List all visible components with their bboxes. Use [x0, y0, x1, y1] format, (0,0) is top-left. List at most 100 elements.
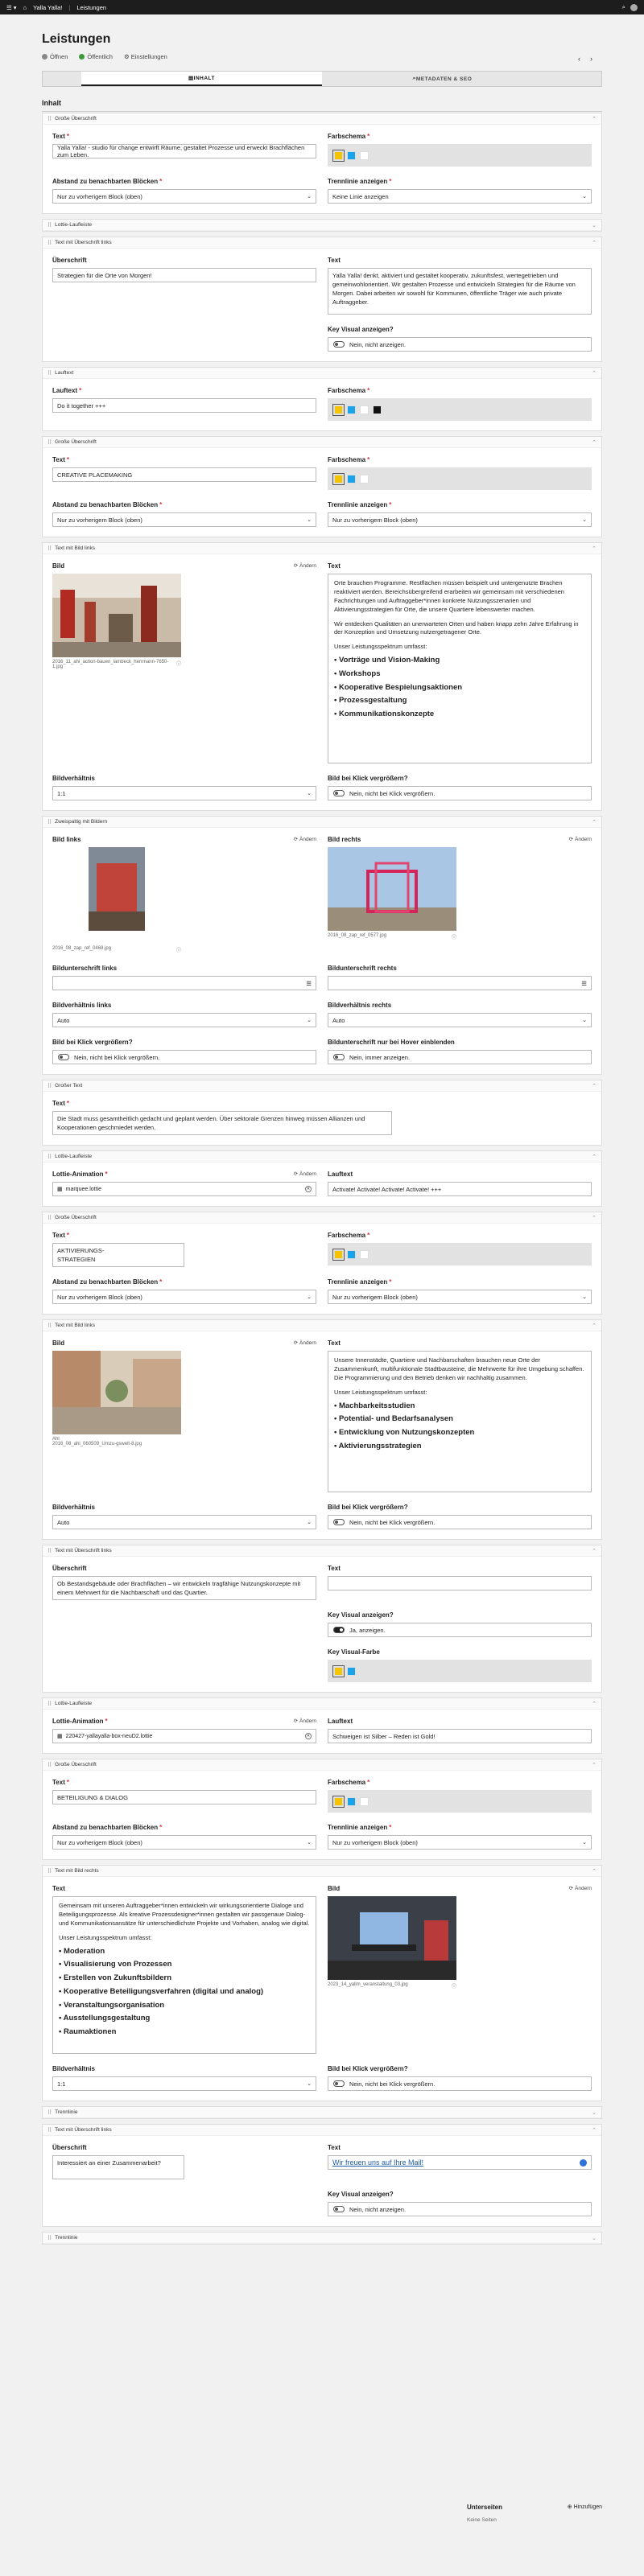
change-image-button[interactable]: ⟳ Ändern: [569, 1885, 592, 1891]
swatch-white[interactable]: [360, 150, 369, 160]
image-thumbnail[interactable]: [52, 574, 181, 657]
change-image-button[interactable]: ⟳ Ändern: [569, 836, 592, 842]
link-icon[interactable]: [580, 2158, 587, 2167]
expand-icon[interactable]: ⌄: [592, 222, 597, 228]
drag-handle-icon[interactable]: ⠿: [47, 116, 52, 122]
drag-handle-icon[interactable]: ⠿: [47, 545, 52, 552]
image-thumbnail-right[interactable]: [328, 847, 456, 931]
collapse-icon[interactable]: ⌃: [592, 1323, 597, 1329]
swatch-blue[interactable]: [347, 1249, 356, 1259]
collapse-icon[interactable]: ⌃: [592, 819, 597, 825]
collapse-icon[interactable]: ⌃: [592, 1762, 597, 1768]
drag-handle-icon[interactable]: ⠿: [47, 1548, 52, 1554]
drag-handle-icon[interactable]: ⠿: [47, 222, 52, 228]
swatch-white[interactable]: [360, 1796, 369, 1806]
collapse-icon[interactable]: ⌃: [592, 116, 597, 122]
heading-input[interactable]: Ob Bestandsgebäude oder Brachflächen – w…: [52, 1576, 316, 1600]
collapse-icon[interactable]: ⌃: [592, 1701, 597, 1707]
zoom-toggle[interactable]: Nein, nicht bei Klick vergrößern.: [328, 1515, 592, 1529]
link-text-input[interactable]: Wir freuen uns auf Ihre Mail!: [328, 2155, 592, 2170]
remove-icon[interactable]: ✕: [305, 1733, 312, 1739]
text-input[interactable]: AKTIVIERUNGS- STRATEGIEN: [52, 1243, 184, 1267]
change-image-button[interactable]: ⟳ Ändern: [294, 562, 316, 569]
running-text-input[interactable]: Schweigen ist Silber – Reden ist Gold!: [328, 1729, 592, 1743]
ratio-right-select[interactable]: Auto ⌄: [328, 1013, 592, 1027]
text-input[interactable]: BETEILIGUNG & DIALOG: [52, 1790, 316, 1804]
running-text-input[interactable]: Do it together +++: [52, 398, 316, 413]
info-icon[interactable]: ⓘ: [176, 946, 181, 953]
status-public[interactable]: Öffentlich: [79, 53, 113, 60]
breadcrumb-page[interactable]: Leistungen: [76, 4, 106, 11]
collapse-icon[interactable]: ⌃: [592, 1868, 597, 1874]
divider-select[interactable]: Nur zu vorherigem Block (oben) ⌄: [328, 1290, 592, 1304]
menu-icon[interactable]: ☰ ▾: [6, 4, 17, 11]
drag-handle-icon[interactable]: ⠿: [47, 2127, 52, 2134]
drag-handle-icon[interactable]: ⠿: [47, 1762, 52, 1768]
swatch-white[interactable]: [360, 1249, 369, 1259]
drag-handle-icon[interactable]: ⠿: [47, 1215, 52, 1221]
image-ratio-select[interactable]: 1:1 ⌄: [52, 2076, 316, 2091]
collapse-icon[interactable]: ⌃: [592, 439, 597, 446]
swatch-white[interactable]: [360, 474, 369, 484]
collapse-icon[interactable]: ⌃: [592, 1215, 597, 1221]
heading-input[interactable]: Interessiert an einer Zusammenarbeit?: [52, 2155, 184, 2179]
caption-left-input[interactable]: ☰: [52, 976, 316, 990]
avatar[interactable]: [630, 3, 638, 11]
swatch-yellow[interactable]: [332, 1248, 345, 1261]
zoom-toggle[interactable]: Nein, nicht bei Klick vergrößern.: [328, 786, 592, 800]
change-image-button[interactable]: ⟳ Ändern: [294, 836, 316, 842]
image-ratio-select[interactable]: Auto ⌄: [52, 1515, 316, 1529]
spacing-select[interactable]: Nur zu vorherigem Block (oben) ⌄: [52, 1290, 316, 1304]
remove-icon[interactable]: ✕: [305, 1186, 312, 1192]
collapse-icon[interactable]: ⌃: [592, 370, 597, 377]
text-input[interactable]: [328, 1576, 592, 1590]
collapse-icon[interactable]: ⌃: [592, 2127, 597, 2134]
drag-handle-icon[interactable]: ⠿: [47, 2109, 52, 2116]
swatch-yellow[interactable]: [332, 1665, 345, 1677]
swatch-yellow[interactable]: [332, 403, 345, 416]
tab-inhalt[interactable]: ▤ INHALT: [81, 72, 322, 86]
drag-handle-icon[interactable]: ⠿: [47, 2235, 52, 2241]
spacing-select[interactable]: Nur zu vorherigem Block (oben) ⌄: [52, 189, 316, 204]
change-file-button[interactable]: ⟳ Ändern: [294, 1171, 316, 1177]
swatch-white[interactable]: [360, 405, 369, 414]
spacing-select[interactable]: Nur zu vorherigem Block (oben) ⌄: [52, 512, 316, 527]
swatch-blue[interactable]: [347, 1666, 356, 1676]
text-input[interactable]: Yalla Yalla! - studio für change entwirf…: [52, 144, 316, 158]
add-subpage-button[interactable]: ⊕ Hinzufügen: [568, 2504, 602, 2511]
breadcrumb-site[interactable]: Yalla Yalla!: [33, 4, 62, 11]
swatch-blue[interactable]: [347, 150, 356, 160]
ratio-left-select[interactable]: Auto ⌄: [52, 1013, 316, 1027]
running-text-input[interactable]: Activate! Activate! Activate! Activate! …: [328, 1182, 592, 1196]
info-icon[interactable]: ⓘ: [452, 1982, 456, 1990]
divider-select[interactable]: Nur zu vorherigem Block (oben) ⌄: [328, 1835, 592, 1850]
drag-handle-icon[interactable]: ⠿: [47, 1701, 52, 1707]
rich-text-editor[interactable]: Unsere Innenstädte, Quartiere und Nachba…: [328, 1351, 592, 1492]
expand-icon[interactable]: ⌄: [592, 2235, 597, 2241]
divider-select[interactable]: Nur zu vorherigem Block (oben) ⌄: [328, 512, 592, 527]
spacing-select[interactable]: Nur zu vorherigem Block (oben) ⌄: [52, 1835, 316, 1850]
expand-icon[interactable]: ⌄: [592, 2109, 597, 2116]
collapse-icon[interactable]: ⌃: [592, 1548, 597, 1554]
lottie-file[interactable]: ▦ marquee.lottie ✕: [52, 1182, 316, 1196]
swatch-black[interactable]: [373, 405, 382, 414]
swatch-yellow[interactable]: [332, 149, 345, 162]
divider-select[interactable]: Keine Linie anzeigen ⌄: [328, 189, 592, 204]
key-visual-toggle[interactable]: Nein, nicht anzeigen.: [328, 337, 592, 352]
large-text-area[interactable]: Die Stadt muss gesamtheitlich gedacht un…: [52, 1111, 393, 1135]
swatch-blue[interactable]: [347, 474, 356, 484]
search-icon[interactable]: ⌕: [622, 3, 625, 11]
info-icon[interactable]: ⓘ: [176, 660, 181, 669]
image-thumbnail-left[interactable]: [52, 847, 181, 944]
text-area[interactable]: Yalla Yalla! denkt, aktiviert und gestal…: [328, 268, 592, 315]
key-visual-toggle[interactable]: Ja, anzeigen.: [328, 1623, 592, 1637]
swatch-yellow[interactable]: [332, 1795, 345, 1808]
tab-metadaten[interactable]: ⌕ METADATEN & SEO: [322, 72, 563, 86]
lottie-file[interactable]: ▦ 220427-yallayalla-box-neuD2.lottie ✕: [52, 1729, 316, 1743]
drag-handle-icon[interactable]: ⠿: [47, 1083, 52, 1089]
swatch-blue[interactable]: [347, 1796, 356, 1806]
drag-handle-icon[interactable]: ⠿: [47, 1154, 52, 1160]
change-file-button[interactable]: ⟳ Ändern: [294, 1718, 316, 1724]
drag-handle-icon[interactable]: ⠿: [47, 1323, 52, 1329]
hover-caption-toggle[interactable]: Nein, immer anzeigen.: [328, 1050, 592, 1064]
